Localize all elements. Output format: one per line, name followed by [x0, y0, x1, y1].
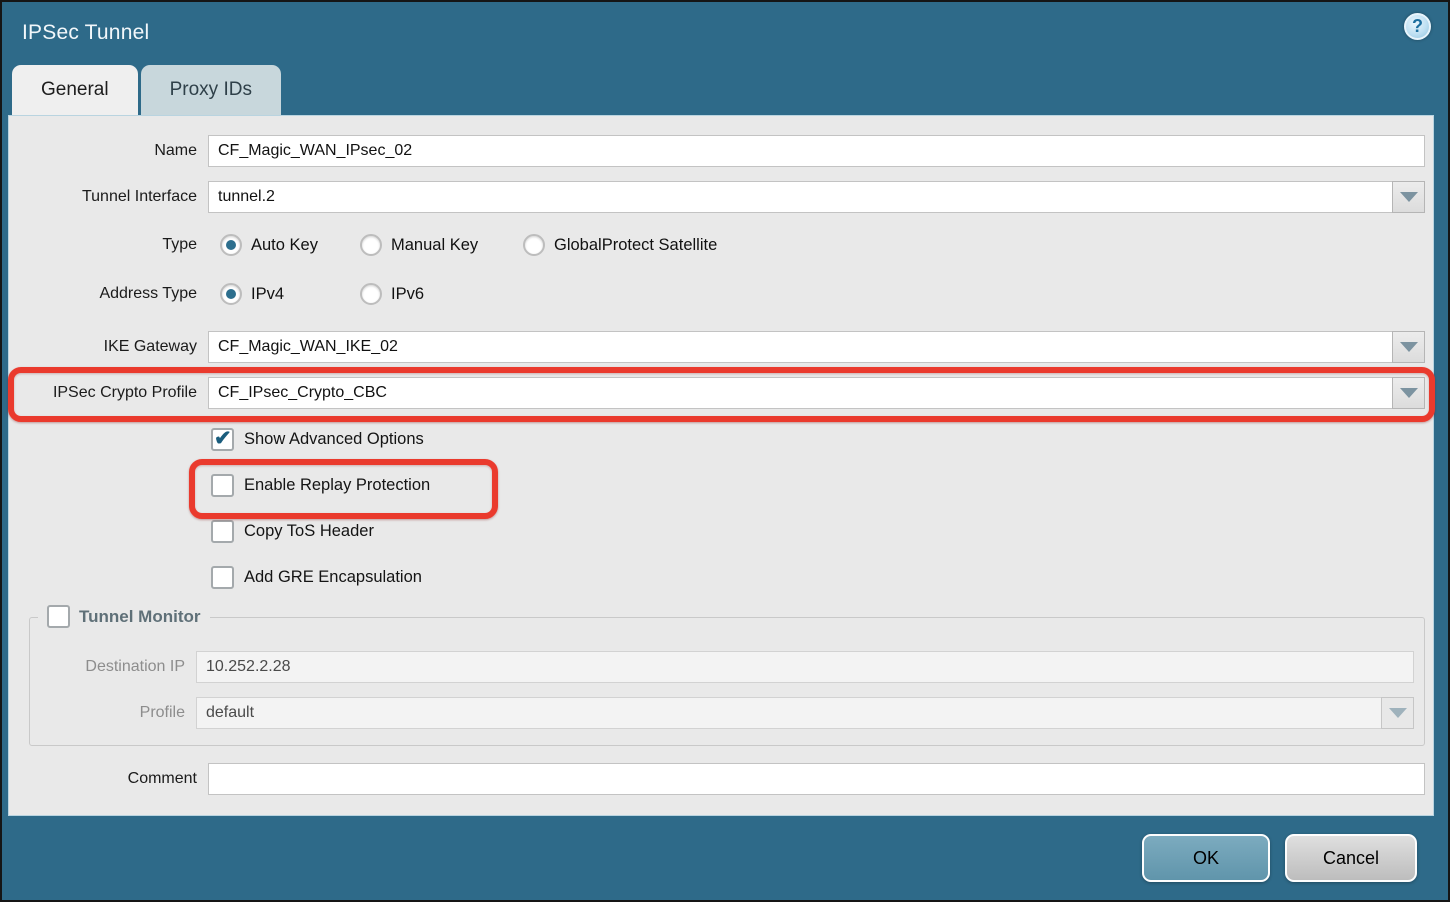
address-type-label: Address Type — [9, 285, 208, 303]
comment-input[interactable] — [208, 763, 1425, 795]
address-type-option-ipv6-label: IPv6 — [391, 285, 424, 304]
destination-ip-label: Destination IP — [30, 658, 196, 676]
enable-replay-protection-row[interactable]: Enable Replay Protection — [211, 474, 1425, 497]
show-advanced-options-label: Show Advanced Options — [244, 430, 424, 449]
type-label: Type — [9, 236, 208, 254]
monitor-profile-label: Profile — [30, 704, 196, 722]
show-advanced-options-checkbox[interactable] — [211, 428, 234, 451]
dialog-title: IPSec Tunnel — [22, 21, 149, 45]
type-option-manual-key-label: Manual Key — [391, 236, 478, 255]
tunnel-monitor-legend[interactable]: Tunnel Monitor — [38, 605, 210, 628]
address-type-option-ipv6[interactable]: IPv6 — [360, 283, 424, 305]
monitor-profile-row: Profile — [30, 697, 1414, 729]
tab-general-label: General — [41, 79, 109, 101]
destination-ip-input — [196, 651, 1414, 683]
radio-selected-icon[interactable] — [220, 283, 242, 305]
tab-proxy-ids-label: Proxy IDs — [170, 79, 252, 101]
tunnel-monitor-checkbox[interactable] — [47, 605, 70, 628]
ike-gateway-row: IKE Gateway — [9, 331, 1425, 363]
ok-button-label: OK — [1193, 848, 1219, 869]
show-advanced-options-row[interactable]: Show Advanced Options — [211, 428, 1425, 451]
chevron-down-icon — [1400, 342, 1418, 352]
type-option-globalprotect-satellite[interactable]: GlobalProtect Satellite — [523, 234, 717, 256]
tab-bar: General Proxy IDs — [2, 64, 1448, 115]
ok-button[interactable]: OK — [1142, 834, 1270, 882]
help-icon-glyph: ? — [1412, 16, 1423, 37]
radio-unselected-icon[interactable] — [360, 234, 382, 256]
ike-gateway-dropdown-button[interactable] — [1392, 331, 1425, 363]
ipsec-crypto-profile-input[interactable] — [208, 377, 1392, 409]
address-type-option-ipv4[interactable]: IPv4 — [220, 283, 360, 305]
ipsec-crypto-profile-row: IPSec Crypto Profile — [9, 377, 1425, 409]
monitor-profile-dropdown-button — [1381, 697, 1414, 729]
radio-selected-icon[interactable] — [220, 234, 242, 256]
comment-label: Comment — [9, 770, 208, 788]
cancel-button-label: Cancel — [1323, 848, 1379, 869]
copy-tos-header-checkbox[interactable] — [211, 520, 234, 543]
tab-proxy-ids[interactable]: Proxy IDs — [141, 65, 281, 115]
radio-unselected-icon[interactable] — [523, 234, 545, 256]
name-label: Name — [9, 142, 208, 160]
type-option-globalprotect-satellite-label: GlobalProtect Satellite — [554, 236, 717, 255]
type-option-auto-key[interactable]: Auto Key — [220, 234, 360, 256]
help-icon[interactable]: ? — [1404, 13, 1431, 40]
name-input[interactable] — [208, 135, 1425, 167]
cancel-button[interactable]: Cancel — [1285, 834, 1417, 882]
ipsec-tunnel-dialog: IPSec Tunnel ? General Proxy IDs Name Tu… — [0, 0, 1450, 902]
ipsec-crypto-profile-label: IPSec Crypto Profile — [9, 384, 208, 402]
dialog-titlebar: IPSec Tunnel — [2, 2, 1448, 64]
enable-replay-protection-label: Enable Replay Protection — [244, 476, 430, 495]
copy-tos-header-row[interactable]: Copy ToS Header — [211, 520, 1425, 543]
name-row: Name — [9, 135, 1425, 167]
type-row: Type Auto Key Manual Key GlobalProtect S… — [9, 234, 1425, 256]
ike-gateway-label: IKE Gateway — [9, 338, 208, 356]
tunnel-interface-dropdown-button[interactable] — [1392, 181, 1425, 213]
enable-replay-protection-checkbox[interactable] — [211, 474, 234, 497]
add-gre-encapsulation-checkbox[interactable] — [211, 566, 234, 589]
comment-row: Comment — [9, 763, 1425, 795]
tab-general[interactable]: General — [12, 65, 138, 115]
type-option-auto-key-label: Auto Key — [251, 236, 318, 255]
ipsec-crypto-profile-dropdown-button[interactable] — [1392, 377, 1425, 409]
type-option-manual-key[interactable]: Manual Key — [360, 234, 523, 256]
copy-tos-header-label: Copy ToS Header — [244, 522, 374, 541]
destination-ip-row: Destination IP — [30, 651, 1414, 683]
general-tab-panel: Name Tunnel Interface Type — [8, 115, 1434, 816]
tunnel-monitor-label: Tunnel Monitor — [79, 607, 201, 627]
tunnel-monitor-fieldset: Tunnel Monitor Destination IP Profile — [29, 617, 1425, 746]
dialog-footer: OK Cancel — [2, 816, 1448, 900]
tunnel-interface-row: Tunnel Interface — [9, 181, 1425, 213]
chevron-down-icon — [1400, 388, 1418, 398]
chevron-down-icon — [1389, 708, 1407, 718]
address-type-option-ipv4-label: IPv4 — [251, 285, 284, 304]
add-gre-encapsulation-row[interactable]: Add GRE Encapsulation — [211, 566, 1425, 589]
radio-unselected-icon[interactable] — [360, 283, 382, 305]
monitor-profile-input — [196, 697, 1381, 729]
ike-gateway-input[interactable] — [208, 331, 1392, 363]
address-type-row: Address Type IPv4 IPv6 — [9, 283, 1425, 305]
tunnel-interface-label: Tunnel Interface — [9, 188, 208, 206]
add-gre-encapsulation-label: Add GRE Encapsulation — [244, 568, 422, 587]
tunnel-interface-input[interactable] — [208, 181, 1392, 213]
chevron-down-icon — [1400, 192, 1418, 202]
